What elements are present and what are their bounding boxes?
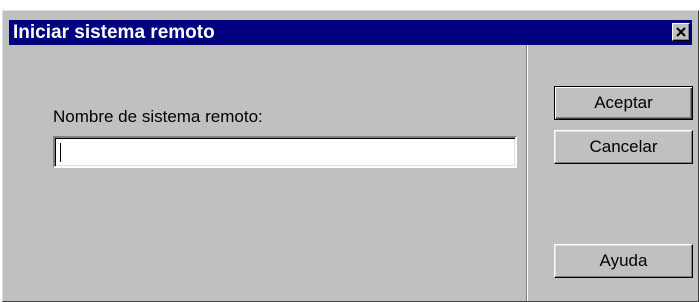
cancel-button[interactable]: Cancelar [554, 130, 693, 164]
vertical-divider [526, 45, 528, 301]
remote-system-dialog: Iniciar sistema remoto Nombre de sistema… [2, 10, 699, 302]
dialog-body: Nombre de sistema remoto: Aceptar Cancel… [9, 45, 693, 301]
close-icon [676, 27, 686, 37]
help-button[interactable]: Ayuda [554, 244, 693, 278]
remote-system-name-input[interactable] [53, 136, 517, 168]
remote-system-name-label: Nombre de sistema remoto: [53, 107, 263, 126]
ok-button[interactable]: Aceptar [554, 86, 693, 120]
close-button[interactable] [672, 23, 690, 41]
dialog-title: Iniciar sistema remoto [13, 22, 215, 43]
text-caret [60, 143, 61, 162]
title-bar[interactable]: Iniciar sistema remoto [9, 20, 692, 45]
